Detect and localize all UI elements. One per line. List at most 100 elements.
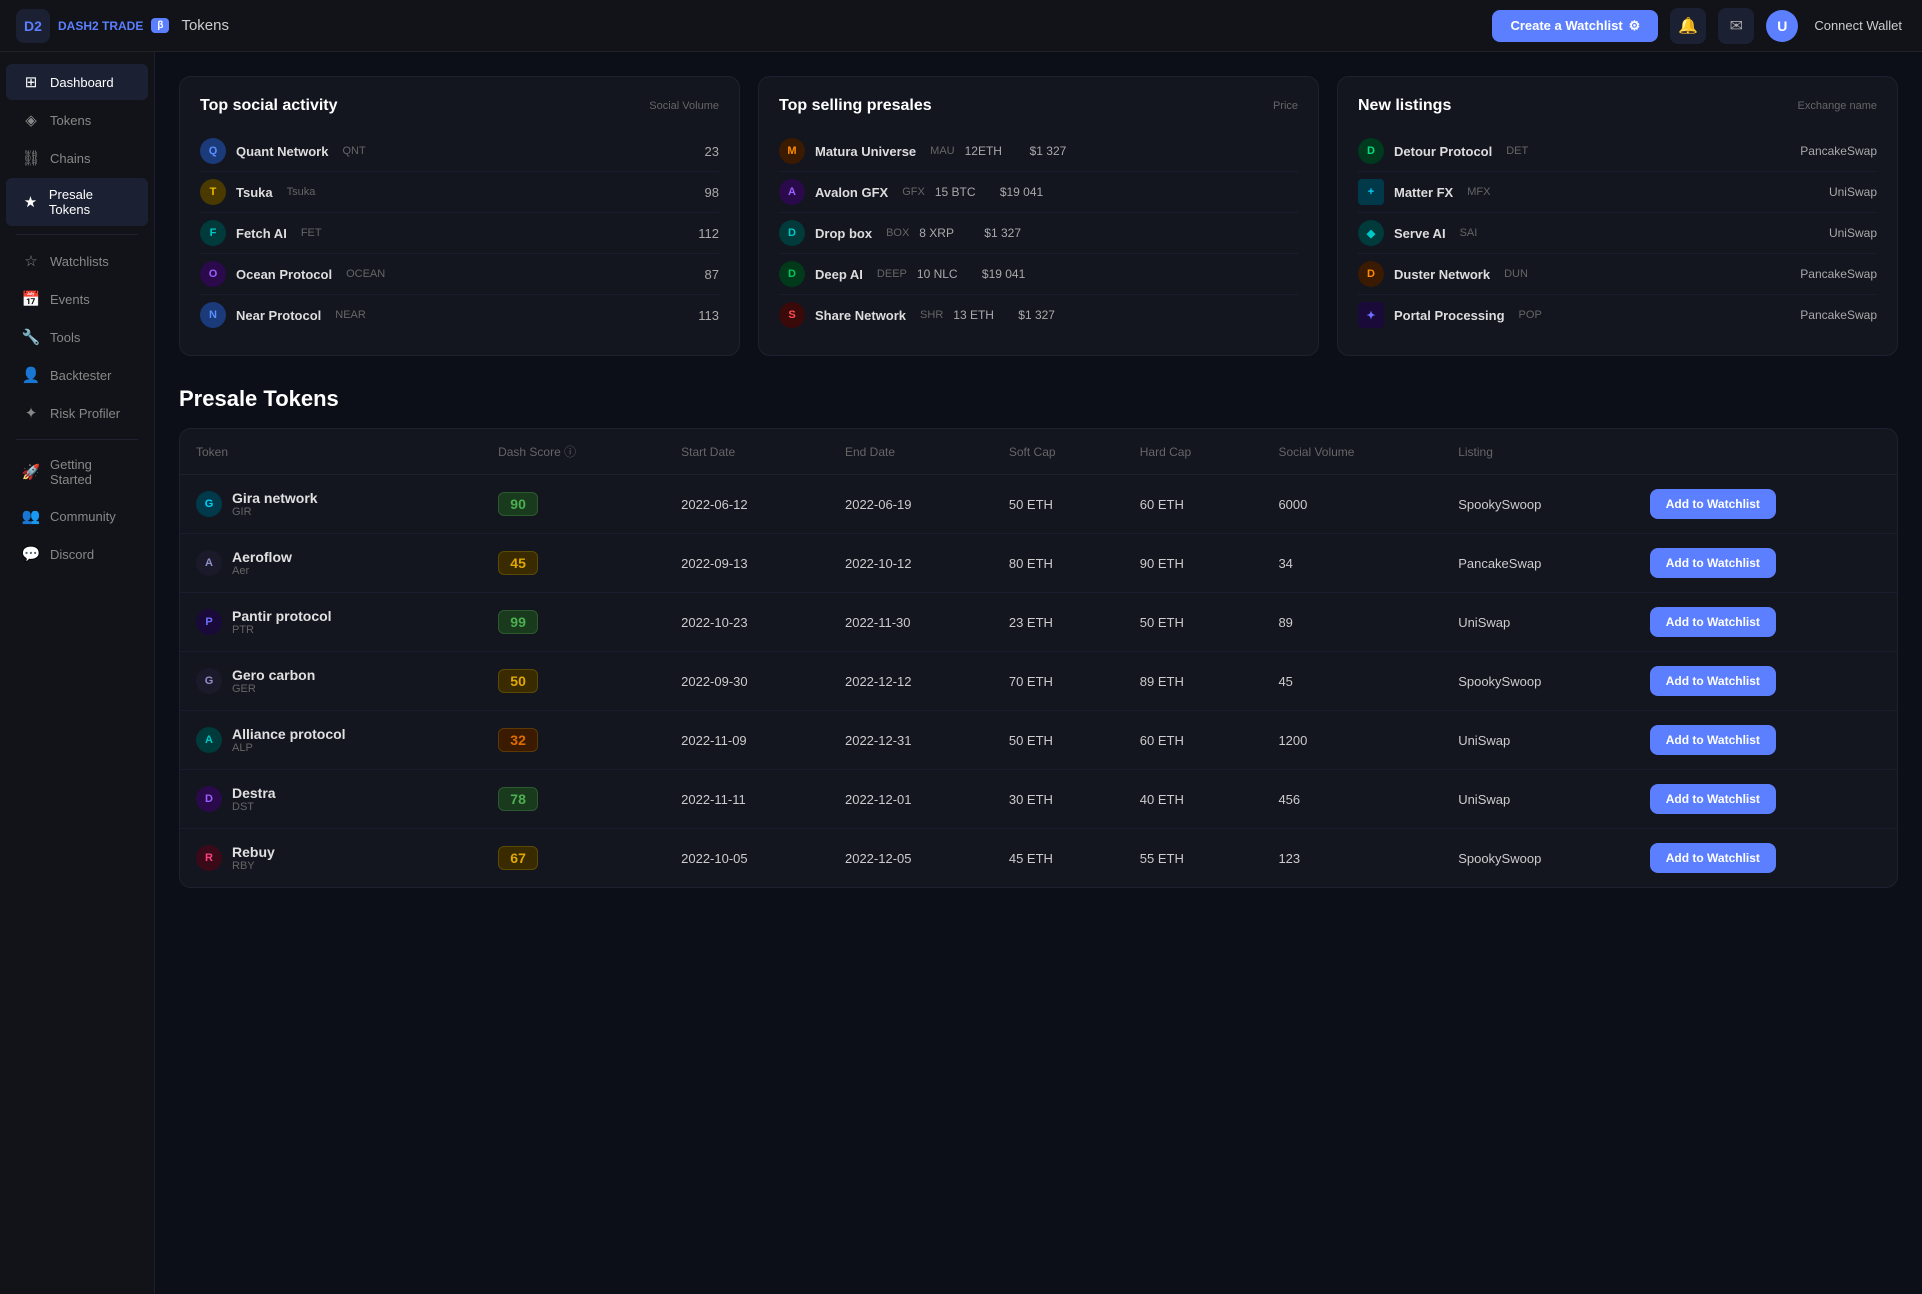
- cell-soft-3: 70 ETH: [993, 652, 1124, 711]
- sidebar-item-chains[interactable]: ⛓ Chains: [6, 140, 148, 176]
- cell-hard-4: 60 ETH: [1124, 711, 1263, 770]
- fet-value: 112: [698, 226, 719, 241]
- card-header-social: Top social activity Social Volume: [200, 97, 719, 115]
- mau-price: $1 327: [1030, 144, 1067, 158]
- sidebar-item-events[interactable]: 📅 Events: [6, 281, 148, 317]
- cell-end-1: 2022-10-12: [829, 534, 993, 593]
- row-name-1: Aeroflow: [232, 549, 292, 565]
- cell-social-2: 89: [1262, 593, 1442, 652]
- col-end-date: End Date: [829, 429, 993, 475]
- sidebar-item-watchlists[interactable]: ☆ Watchlists: [6, 243, 148, 279]
- add-watchlist-btn-1[interactable]: Add to Watchlist: [1650, 548, 1776, 578]
- sidebar-item-dashboard[interactable]: ⊞ Dashboard: [6, 64, 148, 100]
- notification-button[interactable]: 🔔: [1670, 8, 1706, 44]
- avatar[interactable]: U: [1766, 10, 1798, 42]
- gfx-ticker: GFX: [902, 186, 925, 198]
- cell-end-6: 2022-12-05: [829, 829, 993, 888]
- dun-logo: D: [1358, 261, 1384, 287]
- cell-start-1: 2022-09-13: [665, 534, 829, 593]
- gfx-price: $19 041: [1000, 185, 1043, 199]
- add-watchlist-btn-4[interactable]: Add to Watchlist: [1650, 725, 1776, 755]
- pop-name: Portal Processing: [1394, 308, 1505, 323]
- col-start-date: Start Date: [665, 429, 829, 475]
- sidebar-item-getting-started[interactable]: 🚀 Getting Started: [6, 448, 148, 496]
- col-soft-cap: Soft Cap: [993, 429, 1124, 475]
- cell-action-3[interactable]: Add to Watchlist: [1634, 652, 1897, 711]
- cell-score-4: 32: [482, 711, 665, 770]
- col-listing: Listing: [1442, 429, 1634, 475]
- sidebar-item-community[interactable]: 👥 Community: [6, 498, 148, 534]
- det-logo: D: [1358, 138, 1384, 164]
- sidebar-item-discord[interactable]: 💬 Discord: [6, 536, 148, 572]
- cell-start-0: 2022-06-12: [665, 475, 829, 534]
- row-ticker-1: Aer: [232, 565, 292, 577]
- deep-name: Deep AI: [815, 267, 863, 282]
- presale-row-1: A Avalon GFX GFX 15 BTC $19 041: [779, 172, 1298, 213]
- community-icon: 👥: [22, 507, 40, 525]
- sidebar-item-tools[interactable]: 🔧 Tools: [6, 319, 148, 355]
- qnt-ticker: QNT: [342, 145, 365, 157]
- cell-soft-2: 23 ETH: [993, 593, 1124, 652]
- cell-hard-3: 89 ETH: [1124, 652, 1263, 711]
- qnt-name: Quant Network: [236, 144, 328, 159]
- deep-eth: 10 NLC: [917, 267, 972, 281]
- events-icon: 📅: [22, 290, 40, 308]
- add-watchlist-btn-2[interactable]: Add to Watchlist: [1650, 607, 1776, 637]
- add-watchlist-btn-6[interactable]: Add to Watchlist: [1650, 843, 1776, 873]
- cell-action-5[interactable]: Add to Watchlist: [1634, 770, 1897, 829]
- backtester-icon: 👤: [22, 366, 40, 384]
- create-watchlist-button[interactable]: Create a Watchlist ⚙: [1492, 10, 1658, 42]
- connect-wallet-button[interactable]: Connect Wallet: [1810, 18, 1906, 33]
- tsuka-ticker: Tsuka: [287, 186, 316, 198]
- row-logo-5: D: [196, 786, 222, 812]
- cell-soft-5: 30 ETH: [993, 770, 1124, 829]
- near-ticker: NEAR: [335, 309, 366, 321]
- sidebar-item-backtester[interactable]: 👤 Backtester: [6, 357, 148, 393]
- ocean-ticker: OCEAN: [346, 268, 385, 280]
- mail-button[interactable]: ✉: [1718, 8, 1754, 44]
- sidebar-divider-2: [16, 439, 138, 440]
- det-ticker: DET: [1506, 145, 1528, 157]
- sidebar-item-risk-profiler[interactable]: ✦ Risk Profiler: [6, 395, 148, 431]
- mau-ticker: MAU: [930, 145, 954, 157]
- listings-card-title: New listings: [1358, 97, 1451, 115]
- cell-action-4[interactable]: Add to Watchlist: [1634, 711, 1897, 770]
- sidebar: ⊞ Dashboard ◈ Tokens ⛓ Chains ★ Presale …: [0, 52, 155, 1294]
- cell-listing-1: PancakeSwap: [1442, 534, 1634, 593]
- beta-badge: β: [151, 18, 169, 33]
- sai-ticker: SAI: [1460, 227, 1478, 239]
- new-listings-card: New listings Exchange name D Detour Prot…: [1337, 76, 1898, 356]
- cell-action-6[interactable]: Add to Watchlist: [1634, 829, 1897, 888]
- cell-end-2: 2022-11-30: [829, 593, 993, 652]
- table-row-5: D Destra DST 78 2022-11-11 2022-12-01 30…: [180, 770, 1897, 829]
- cell-action-2[interactable]: Add to Watchlist: [1634, 593, 1897, 652]
- score-badge-3: 50: [498, 669, 538, 693]
- row-logo-4: A: [196, 727, 222, 753]
- cell-end-3: 2022-12-12: [829, 652, 993, 711]
- brand-name: DASH2 TRADE: [58, 19, 143, 33]
- social-row-1: T Tsuka Tsuka 98: [200, 172, 719, 213]
- cell-start-4: 2022-11-09: [665, 711, 829, 770]
- cell-start-2: 2022-10-23: [665, 593, 829, 652]
- cell-social-4: 1200: [1262, 711, 1442, 770]
- ocean-value: 87: [705, 267, 719, 282]
- sidebar-item-tokens[interactable]: ◈ Tokens: [6, 102, 148, 138]
- sidebar-label-watchlists: Watchlists: [50, 254, 109, 269]
- col-token: Token: [180, 429, 482, 475]
- cell-action-0[interactable]: Add to Watchlist: [1634, 475, 1897, 534]
- cell-token-5: D Destra DST: [180, 770, 482, 829]
- add-watchlist-btn-0[interactable]: Add to Watchlist: [1650, 489, 1776, 519]
- cell-listing-3: SpookySwoop: [1442, 652, 1634, 711]
- gfx-eth: 15 BTC: [935, 185, 990, 199]
- mfx-name: Matter FX: [1394, 185, 1453, 200]
- box-price: $1 327: [984, 226, 1021, 240]
- shr-eth: 13 ETH: [953, 308, 1008, 322]
- add-watchlist-btn-3[interactable]: Add to Watchlist: [1650, 666, 1776, 696]
- listings-card-subtitle: Exchange name: [1798, 100, 1878, 112]
- sidebar-item-presale-tokens[interactable]: ★ Presale Tokens: [6, 178, 148, 226]
- col-action: [1634, 429, 1897, 475]
- main-content: Top social activity Social Volume Q Quan…: [155, 52, 1922, 1294]
- shr-logo: S: [779, 302, 805, 328]
- add-watchlist-btn-5[interactable]: Add to Watchlist: [1650, 784, 1776, 814]
- cell-action-1[interactable]: Add to Watchlist: [1634, 534, 1897, 593]
